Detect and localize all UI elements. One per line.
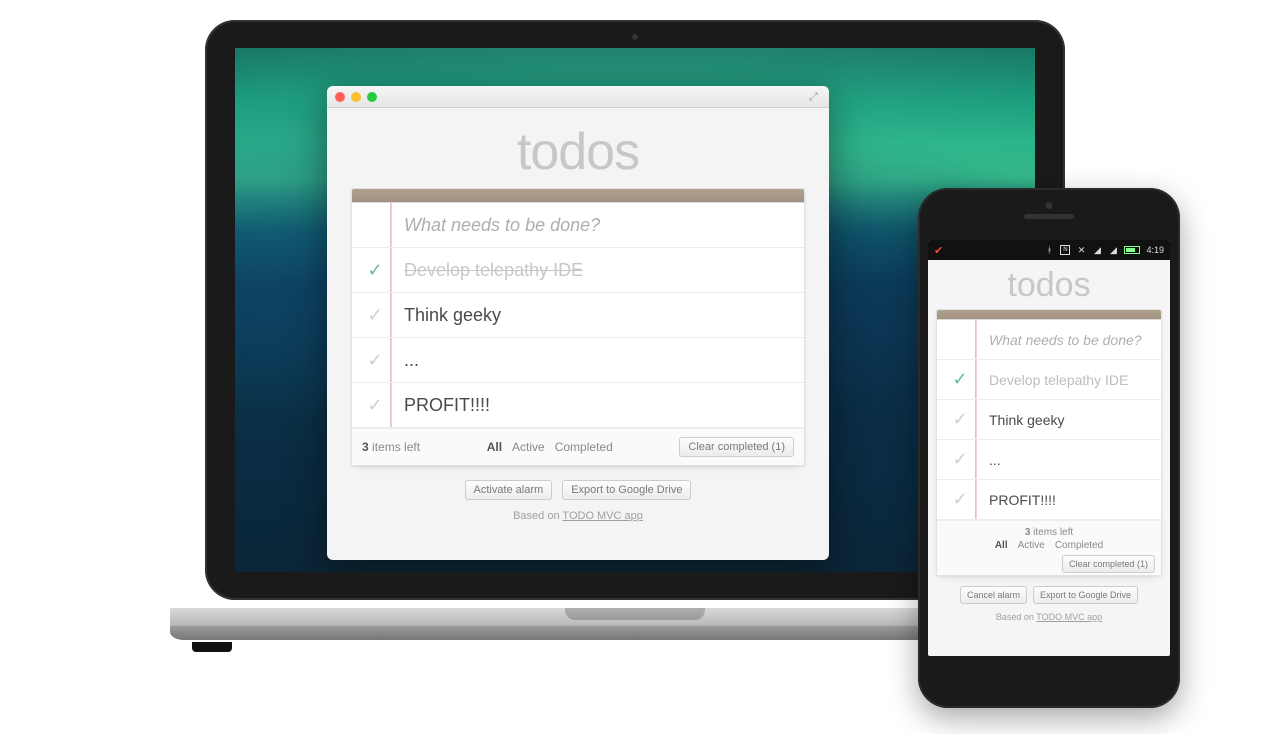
phone-camera (1046, 202, 1053, 209)
todo-row[interactable]: ✓ Think geeky (352, 293, 804, 338)
check-icon[interactable]: ✓ (945, 409, 975, 430)
filter-completed[interactable]: Completed (1055, 540, 1103, 551)
credit-text: Based on TODO MVC app (351, 510, 805, 522)
window-titlebar[interactable]: ⤢ (327, 86, 829, 108)
laptop-camera (632, 34, 638, 40)
todo-row[interactable]: ✓ ... (352, 338, 804, 383)
signal-icon: ◢ (1108, 245, 1118, 255)
clock-label: 4:19 (1146, 245, 1164, 255)
new-todo-input[interactable]: What needs to be done? (390, 215, 600, 236)
todo-text[interactable]: ... (390, 350, 419, 371)
card-header-bar (937, 310, 1161, 320)
action-bar: Cancel alarm Export to Google Drive (936, 586, 1162, 604)
todo-text[interactable]: Develop telepathy IDE (390, 260, 583, 281)
todo-row[interactable]: ✓ ... (937, 440, 1161, 480)
close-icon[interactable] (335, 92, 345, 102)
todo-row[interactable]: ✓ PROFIT!!!! (352, 383, 804, 428)
app-title: todos (351, 122, 805, 182)
todo-text[interactable]: Develop telepathy IDE (975, 372, 1128, 388)
todo-row[interactable]: ✓ Develop telepathy IDE (352, 248, 804, 293)
check-icon[interactable]: ✓ (945, 489, 975, 510)
action-bar: Activate alarm Export to Google Drive (351, 480, 805, 500)
items-left-label: 3 items left (943, 527, 1155, 538)
carrier-check-icon: ✔ (934, 244, 943, 257)
clear-completed-button[interactable]: Clear completed (1) (679, 437, 794, 457)
wifi-icon: ◢ (1092, 245, 1102, 255)
todo-text[interactable]: ... (975, 452, 1001, 468)
filter-all[interactable]: All (487, 440, 502, 454)
activate-alarm-button[interactable]: Activate alarm (465, 480, 553, 500)
filter-all[interactable]: All (995, 540, 1008, 551)
filter-tabs: All Active Completed (487, 440, 613, 454)
credit-text: Based on TODO MVC app (936, 612, 1162, 622)
todo-text[interactable]: Think geeky (975, 412, 1064, 428)
fullscreen-icon[interactable]: ⤢ (809, 91, 821, 103)
phone-mockup: ✔ ᚼ N ✕ ◢ ◢ 4:19 todos What needs to be … (918, 188, 1180, 708)
bluetooth-icon: ᚼ (1044, 245, 1054, 255)
todo-row[interactable]: ✓ Think geeky (937, 400, 1161, 440)
check-icon[interactable]: ✓ (945, 369, 975, 390)
cancel-alarm-button[interactable]: Cancel alarm (960, 586, 1027, 604)
filter-completed[interactable]: Completed (555, 440, 613, 454)
app-window: ⤢ todos What needs to be done? ✓ Develop… (327, 86, 829, 560)
nfc-icon: N (1060, 245, 1070, 255)
export-drive-button[interactable]: Export to Google Drive (1033, 586, 1138, 604)
vibrate-icon: ✕ (1076, 245, 1086, 255)
phone-screen: ✔ ᚼ N ✕ ◢ ◢ 4:19 todos What needs to be … (928, 240, 1170, 656)
todo-row[interactable]: ✓ Develop telepathy IDE (937, 360, 1161, 400)
check-icon[interactable]: ✓ (360, 350, 390, 371)
todo-list-card: What needs to be done? ✓ Develop telepat… (936, 309, 1162, 576)
clear-completed-button[interactable]: Clear completed (1) (1062, 555, 1155, 573)
filter-active[interactable]: Active (1018, 540, 1045, 551)
export-drive-button[interactable]: Export to Google Drive (562, 480, 691, 500)
laptop-desktop-wallpaper: ⤢ todos What needs to be done? ✓ Develop… (235, 48, 1035, 572)
check-icon[interactable]: ✓ (360, 260, 390, 281)
filter-active[interactable]: Active (512, 440, 545, 454)
todo-list-card: What needs to be done? ✓ Develop telepat… (351, 188, 805, 466)
card-header-bar (352, 189, 804, 203)
todo-text[interactable]: PROFIT!!!! (390, 395, 490, 416)
new-todo-row[interactable]: What needs to be done? (937, 320, 1161, 360)
check-icon[interactable]: ✓ (360, 395, 390, 416)
todo-text[interactable]: PROFIT!!!! (975, 492, 1056, 508)
new-todo-row[interactable]: What needs to be done? (352, 203, 804, 248)
new-todo-input[interactable]: What needs to be done? (975, 332, 1142, 348)
list-footer: 3 items left All Active Completed Clear … (352, 428, 804, 465)
todo-text[interactable]: Think geeky (390, 305, 501, 326)
todo-row[interactable]: ✓ PROFIT!!!! (937, 480, 1161, 520)
items-left-label: 3 items left (362, 440, 420, 454)
traffic-lights (335, 92, 377, 102)
filter-tabs: All Active Completed (943, 540, 1155, 551)
app-title: todos (936, 266, 1162, 305)
battery-icon (1124, 246, 1140, 254)
zoom-icon[interactable] (367, 92, 377, 102)
phone-speaker (1024, 214, 1074, 219)
todomvc-link[interactable]: TODO MVC app (1036, 612, 1102, 622)
check-icon[interactable]: ✓ (360, 305, 390, 326)
todomvc-link[interactable]: TODO MVC app (562, 510, 643, 522)
minimize-icon[interactable] (351, 92, 361, 102)
laptop-foot (192, 642, 232, 652)
list-footer: 3 items left All Active Completed Clear … (937, 520, 1161, 575)
android-statusbar: ✔ ᚼ N ✕ ◢ ◢ 4:19 (928, 240, 1170, 260)
check-icon[interactable]: ✓ (945, 449, 975, 470)
